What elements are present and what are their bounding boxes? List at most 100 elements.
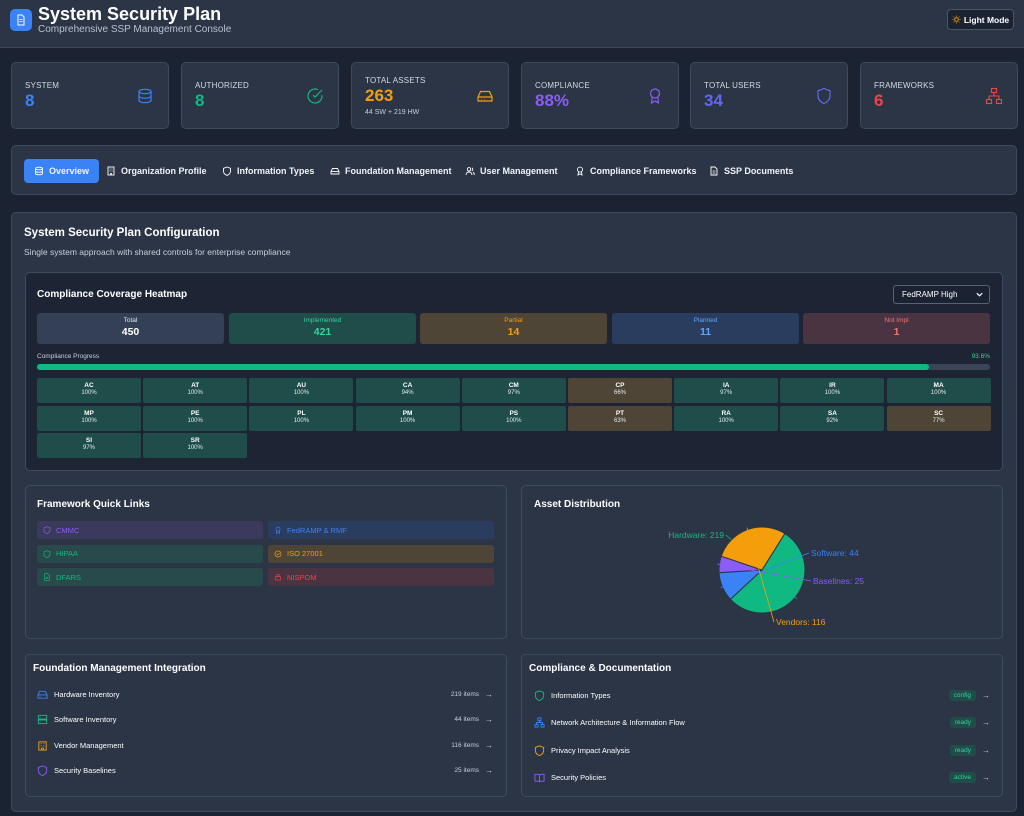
tab-label: Overview (49, 166, 90, 176)
progress-fill (37, 364, 929, 370)
documentation-item[interactable]: Information Types config → (534, 688, 990, 702)
stat-label: TOTAL USERS (704, 81, 761, 90)
family-code: SI (85, 437, 93, 444)
foundation-item[interactable]: Security Baselines 25 items → (37, 764, 495, 778)
framework-link-nispom[interactable]: NISPOM (268, 568, 494, 586)
family-code: PL (297, 409, 306, 417)
shield-icon (43, 549, 51, 558)
stat-label: TOTAL ASSETS (365, 76, 426, 85)
family-code: PT (615, 409, 625, 417)
documentation-item-label: Network Architecture & Information Flow (551, 718, 685, 727)
framework-link-dfars[interactable]: DFARS (37, 568, 263, 586)
framework-link-label: HIPAA (56, 549, 78, 558)
shield-icon (43, 526, 51, 534)
framework-link-iso-27001[interactable]: ISO 27001 (268, 544, 494, 563)
tab-organization-profile[interactable]: Organization Profile (96, 159, 217, 183)
light-mode-button[interactable]: Light Mode (947, 9, 1014, 30)
framework-select-value: FedRAMP High (902, 290, 958, 299)
hard-drive-icon (330, 168, 340, 175)
summary-label: Total (123, 317, 138, 324)
summary-label: Partial (504, 317, 523, 324)
foundation-item-label: Security Baselines (54, 766, 116, 775)
check-circle-icon (274, 550, 282, 557)
tab-label: Foundation Management (345, 166, 452, 176)
control-family-cell[interactable]: AT 100% (143, 378, 248, 403)
shield-icon (223, 166, 231, 176)
award-icon (649, 88, 661, 105)
family-percent: 100% (506, 417, 522, 424)
framework-link-fedramp-rmf[interactable]: FedRAMP & RMF (268, 521, 494, 539)
family-code: CA (402, 382, 413, 389)
family-percent: 100% (293, 390, 310, 396)
family-code: SC (934, 409, 944, 417)
tab-foundation-management[interactable]: Foundation Management (320, 159, 462, 183)
control-family-cell[interactable]: PT 63% (568, 405, 672, 431)
tab-user-management[interactable]: User Management (455, 159, 568, 183)
shield-icon (534, 689, 545, 701)
server-icon (37, 714, 48, 725)
tab-compliance-frameworks[interactable]: Compliance Frameworks (565, 159, 707, 183)
heatmap-title: Compliance Coverage Heatmap (37, 289, 188, 300)
control-family-cell[interactable]: IR 100% (780, 378, 885, 403)
control-family-cell[interactable]: AC 100% (37, 378, 141, 403)
app-header: System Security Plan Comprehensive SSP M… (0, 0, 1024, 48)
control-family-cell[interactable]: IA 97% (674, 378, 779, 403)
status-badge: ready (949, 717, 976, 728)
family-percent: 97% (720, 390, 733, 396)
foundation-item-label: Vendor Management (54, 740, 124, 750)
tab-overview[interactable]: Overview (24, 159, 100, 183)
arrow-right-icon: → (485, 740, 493, 750)
network-icon (985, 87, 1003, 105)
framework-link-cmmc[interactable]: CMMC (37, 521, 263, 539)
control-family-cell[interactable]: PE 100% (143, 405, 248, 431)
hard-drive-icon (37, 690, 48, 699)
stat-subtext: 44 SW + 219 HW (365, 109, 420, 116)
documentation-item[interactable]: Network Architecture & Information Flow r… (534, 716, 990, 730)
pie-label-baselines: Baselines: 25 (813, 576, 864, 586)
sun-icon (952, 15, 961, 24)
control-family-cell[interactable]: MP 100% (37, 405, 141, 431)
control-family-cell[interactable]: RA 100% (674, 405, 779, 431)
summary-value: 14 (507, 326, 520, 338)
stat-card-compliance: COMPLIANCE 88% (521, 62, 679, 129)
tab-information-types[interactable]: Information Types (212, 159, 324, 183)
family-code: IR (829, 382, 836, 389)
foundation-item[interactable]: Software Inventory 44 items → (37, 713, 495, 727)
framework-link-hipaa[interactable]: HIPAA (37, 544, 263, 563)
lock-icon (275, 574, 281, 581)
tab-ssp-documents[interactable]: SSP Documents (699, 159, 803, 183)
documentation-item[interactable]: Security Policies active → (534, 771, 990, 785)
control-family-cell[interactable]: CP 66% (568, 378, 672, 403)
summary-planned: Planned 11 (612, 313, 799, 344)
control-family-cell[interactable]: SI 97% (37, 433, 141, 458)
foundation-item[interactable]: Vendor Management 116 items → (37, 738, 495, 752)
summary-value: 11 (699, 326, 712, 338)
summary-implemented: Implemented 421 (229, 313, 416, 344)
family-percent: 100% (718, 417, 734, 424)
control-family-cell[interactable]: AU 100% (249, 378, 354, 403)
family-percent: 92% (826, 417, 839, 424)
arrow-right-icon: → (982, 690, 990, 700)
control-family-cell[interactable]: PM 100% (355, 405, 460, 431)
asset-distribution-title: Asset Distribution (534, 499, 621, 510)
asset-pie-chart: Hardware: 219 Software: 44 Baselines: 25 Ve… (668, 526, 864, 627)
documentation-item[interactable]: Privacy Impact Analysis ready → (534, 743, 990, 757)
family-code: PM (402, 409, 413, 417)
pie-label-vendors: Vendors: 116 (776, 617, 826, 627)
control-family-cell[interactable]: CM 97% (461, 378, 566, 403)
control-family-cell[interactable]: SC 77% (886, 405, 991, 431)
control-family-cell[interactable]: SR 100% (143, 433, 248, 458)
framework-select[interactable]: FedRAMP High (893, 285, 990, 304)
control-family-cell[interactable]: PS 100% (461, 405, 566, 431)
foundation-item[interactable]: Hardware Inventory 219 items → (37, 687, 495, 701)
documentation-item-label: Information Types (551, 690, 611, 700)
family-code: SR (190, 437, 200, 444)
control-family-cell[interactable]: PL 100% (249, 405, 354, 431)
control-family-cell[interactable]: MA 100% (886, 378, 991, 403)
family-percent: 66% (613, 390, 626, 396)
progress-percent: 93.6% (971, 353, 990, 360)
stat-label: COMPLIANCE (535, 81, 590, 90)
summary-value: 450 (121, 326, 140, 338)
control-family-cell[interactable]: SA 92% (780, 405, 885, 431)
control-family-cell[interactable]: CA 94% (355, 378, 460, 403)
